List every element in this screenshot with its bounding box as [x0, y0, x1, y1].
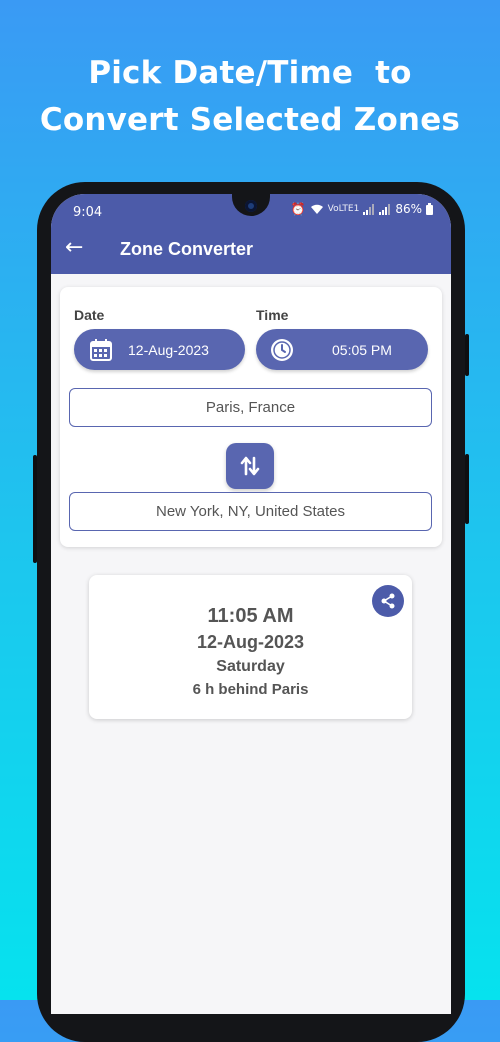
result-time: 11:05 AM	[207, 605, 294, 627]
headline-line-1: Pick Date/Time to	[88, 55, 412, 91]
phone-volume-button	[465, 334, 469, 376]
app-title: Zone Converter	[120, 239, 254, 259]
volte-label: VoLTE1	[327, 204, 360, 214]
date-value: 12-Aug-2023	[128, 341, 209, 358]
headline-line-2: Convert Selected Zones	[39, 102, 461, 138]
result-date: 12-Aug-2023	[196, 632, 305, 652]
front-camera	[245, 200, 257, 212]
from-zone-field[interactable]: Paris, France	[69, 388, 432, 427]
to-zone-field[interactable]: New York, NY, United States	[69, 492, 432, 531]
app-bar: ← Zone Converter	[51, 226, 451, 274]
result-card: 11:05 AM 12-Aug-2023 Saturday 6 h behind…	[89, 575, 412, 719]
status-icons: ⏰ VoLTE1 86%	[291, 202, 433, 216]
phone-power-button	[465, 454, 469, 524]
back-arrow-icon[interactable]: ←	[65, 235, 83, 260]
clock-icon	[271, 338, 293, 361]
calendar-icon	[90, 338, 112, 361]
status-time: 9:04	[73, 205, 103, 220]
phone-left-button	[33, 455, 37, 563]
phone-screen: 9:04 ⏰ VoLTE1 86% ← Zone Converter Date …	[51, 194, 451, 1014]
status-bar: 9:04 ⏰ VoLTE1 86%	[51, 194, 451, 226]
signal-icon-2	[379, 203, 391, 215]
alarm-icon: ⏰	[290, 202, 306, 216]
converter-card: Date Time 12-Aug-2023 05:05 PM Paris, Fr…	[60, 287, 442, 547]
result-difference: 6 h behind Paris	[192, 681, 309, 698]
time-label: Time	[256, 307, 289, 323]
promo-headline: Pick Date/Time to Convert Selected Zones	[0, 50, 500, 144]
time-picker-button[interactable]: 05:05 PM	[256, 329, 428, 370]
swap-zones-button[interactable]	[226, 443, 274, 489]
time-value: 05:05 PM	[332, 341, 392, 358]
date-picker-button[interactable]: 12-Aug-2023	[74, 329, 245, 370]
result-weekday: Saturday	[216, 658, 285, 675]
signal-icon	[363, 203, 375, 215]
swap-arrows-icon	[240, 456, 260, 476]
wifi-icon	[310, 204, 323, 214]
date-label: Date	[74, 307, 105, 323]
battery-percent: 86%	[395, 202, 422, 216]
battery-icon	[426, 203, 433, 215]
